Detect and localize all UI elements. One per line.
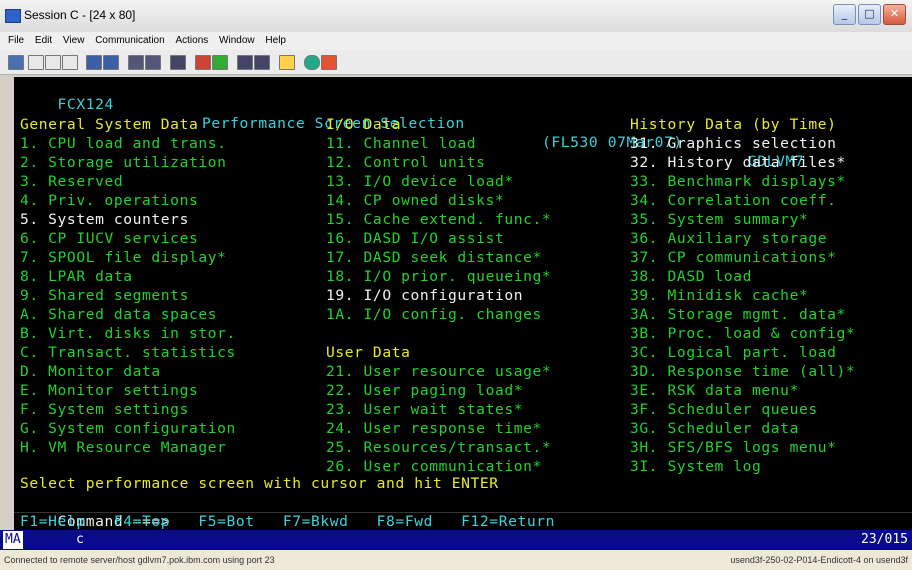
display-icon[interactable]: [128, 55, 144, 70]
menu-edit[interactable]: Edit: [35, 32, 52, 50]
menu-item-38[interactable]: 38. DASD load: [630, 268, 752, 287]
pencil-icon[interactable]: [321, 55, 337, 70]
menu-item-31[interactable]: 31. Graphics selection: [630, 135, 837, 154]
menu-item-32[interactable]: 32. History data files*: [630, 154, 846, 173]
menu-item-3f[interactable]: 3F. Scheduler queues: [630, 401, 818, 420]
menu-item-3a[interactable]: 3A. Storage mgmt. data*: [630, 306, 846, 325]
menu-item-18[interactable]: 18. I/O prior. queueing*: [326, 268, 551, 287]
menu-item-3h[interactable]: 3H. SFS/BFS logs menu*: [630, 439, 837, 458]
menu-item-4[interactable]: 4. Priv. operations: [20, 192, 198, 211]
session-icon[interactable]: [237, 55, 253, 70]
connection-status: Connected to remote server/host gdlvm7.p…: [4, 555, 275, 565]
menu-item-3g[interactable]: 3G. Scheduler data: [630, 420, 799, 439]
menu-item-3i[interactable]: 3I. System log: [630, 458, 761, 477]
menu-item-3d[interactable]: 3D. Response time (all)*: [630, 363, 855, 382]
menu-item-a[interactable]: A. Shared data spaces: [20, 306, 217, 325]
macro-record-icon[interactable]: [195, 55, 211, 70]
menu-item-37[interactable]: 37. CP communications*: [630, 249, 837, 268]
menu-item-b[interactable]: B. Virt. disks in stor.: [20, 325, 236, 344]
status-bar: Connected to remote server/host gdlvm7.p…: [0, 550, 912, 570]
menu-window[interactable]: Window: [219, 32, 255, 50]
panel-id: FCX124: [57, 95, 114, 113]
macro-play-icon[interactable]: [212, 55, 228, 70]
maximize-button[interactable]: □: [858, 4, 881, 25]
menu-item-6[interactable]: 6. CP IUCV services: [20, 230, 198, 249]
menu-item-16[interactable]: 16. DASD I/O assist: [326, 230, 504, 249]
session-info: usend3f-250-02-P014-Endicott-4 on usend3…: [730, 555, 908, 565]
minimize-button[interactable]: _: [833, 4, 856, 25]
col3-heading: History Data (by Time): [630, 116, 837, 133]
menu-item-19[interactable]: 19. I/O configuration: [326, 287, 523, 306]
menu-help[interactable]: Help: [265, 32, 286, 50]
menu-item-15[interactable]: 15. Cache extend. func.*: [326, 211, 551, 230]
menu-item-3b[interactable]: 3B. Proc. load & config*: [630, 325, 855, 344]
terminal-screen[interactable]: FCX124 Performance Screen Selection (FL5…: [14, 77, 912, 545]
menu-actions[interactable]: Actions: [175, 32, 208, 50]
menu-item-34[interactable]: 34. Correlation coeff.: [630, 192, 837, 211]
menu-item-12[interactable]: 12. Control units: [326, 154, 486, 173]
col1-heading: General System Data: [20, 116, 199, 133]
menu-item-5[interactable]: 5. System counters: [20, 211, 189, 230]
notes-icon[interactable]: [279, 55, 295, 70]
app-icon: [5, 9, 21, 23]
menu-item-13[interactable]: 13. I/O device load*: [326, 173, 514, 192]
menu-item-1[interactable]: 1. CPU load and trans.: [20, 135, 227, 154]
menu-item-2[interactable]: 2. Storage utilization: [20, 154, 227, 173]
window-title: Session C - [24 x 80]: [24, 8, 136, 22]
menu-item-c[interactable]: C. Transact. statistics: [20, 344, 236, 363]
menu-item-h[interactable]: H. VM Resource Manager: [20, 439, 227, 458]
session-indicator: MA: [3, 531, 23, 549]
menu-item-21[interactable]: 21. User resource usage*: [326, 363, 551, 382]
receive-icon[interactable]: [103, 55, 119, 70]
toolbar: [0, 50, 912, 75]
close-button[interactable]: ✕: [883, 4, 906, 25]
menu-item-g[interactable]: G. System configuration: [20, 420, 236, 439]
title-bar: Session C - [24 x 80] _ □ ✕: [0, 0, 912, 33]
menu-file[interactable]: File: [8, 32, 24, 50]
menu-item-39[interactable]: 39. Minidisk cache*: [630, 287, 808, 306]
menu-item-3c[interactable]: 3C. Logical part. load: [630, 344, 837, 363]
print-screen-icon[interactable]: [8, 55, 24, 70]
menu-item-8[interactable]: 8. LPAR data: [20, 268, 133, 287]
session-id: c: [76, 532, 84, 547]
menu-item-33[interactable]: 33. Benchmark displays*: [630, 173, 846, 192]
send-icon[interactable]: [86, 55, 102, 70]
transfer-icon[interactable]: [254, 55, 270, 70]
menu-item-22[interactable]: 22. User paging load*: [326, 382, 523, 401]
menu-item-e[interactable]: E. Monitor settings: [20, 382, 198, 401]
menu-item-11[interactable]: 11. Channel load: [326, 135, 476, 154]
menu-view[interactable]: View: [63, 32, 85, 50]
menu-item-d[interactable]: D. Monitor data: [20, 363, 161, 382]
menu-item-24[interactable]: 24. User response time*: [326, 420, 542, 439]
keyboard-icon[interactable]: [145, 55, 161, 70]
paste-icon[interactable]: [62, 55, 78, 70]
menu-item-36[interactable]: 36. Auxiliary storage: [630, 230, 827, 249]
menu-item-17[interactable]: 17. DASD seek distance*: [326, 249, 542, 268]
menu-item-14[interactable]: 14. CP owned disks*: [326, 192, 504, 211]
menu-item-7[interactable]: 7. SPOOL file display*: [20, 249, 227, 268]
col2-heading: I/O Data: [326, 116, 402, 133]
menu-item-f[interactable]: F. System settings: [20, 401, 189, 420]
web-icon[interactable]: [304, 55, 320, 70]
window-controls: _ □ ✕: [833, 4, 906, 25]
menu-item-25[interactable]: 25. Resources/transact.*: [326, 439, 551, 458]
cursor-position: 23/015: [861, 532, 908, 547]
menu-item-3e[interactable]: 3E. RSK data menu*: [630, 382, 799, 401]
selection-prompt: Select performance screen with cursor an…: [20, 475, 499, 492]
user-data-heading: User Data: [326, 344, 411, 361]
menu-item-1a[interactable]: 1A. I/O config. changes: [326, 306, 542, 325]
cut-icon[interactable]: [28, 55, 44, 70]
color-icon[interactable]: [170, 55, 186, 70]
menu-item-35[interactable]: 35. System summary*: [630, 211, 808, 230]
menu-item-23[interactable]: 23. User wait states*: [326, 401, 523, 420]
menu-item-3[interactable]: 3. Reserved: [20, 173, 123, 192]
menu-communication[interactable]: Communication: [95, 32, 164, 50]
menu-bar: File Edit View Communication Actions Win…: [0, 32, 912, 50]
operator-info-area: MA c 23/015: [0, 530, 912, 550]
copy-icon[interactable]: [45, 55, 61, 70]
menu-item-9[interactable]: 9. Shared segments: [20, 287, 189, 306]
